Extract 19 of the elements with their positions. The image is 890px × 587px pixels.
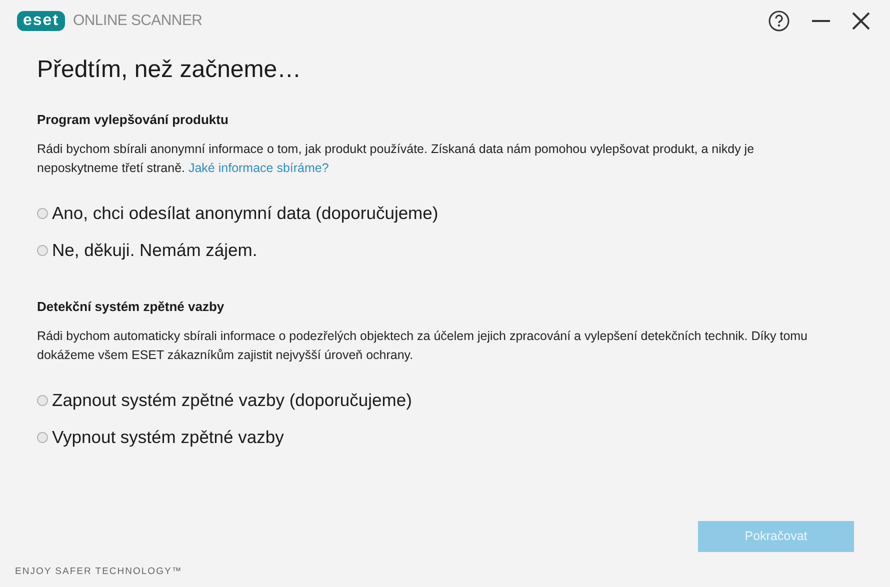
close-icon[interactable]	[852, 12, 870, 30]
radio-button[interactable]	[37, 208, 48, 218]
help-icon[interactable]	[768, 10, 790, 32]
section-heading: Detekční systém zpětné vazby	[37, 298, 226, 314]
footer-slogan: ENJOY SAFER TECHNOLOGY™	[15, 565, 182, 579]
logo: eset	[17, 11, 66, 32]
product-name: ONLINE SCANNER	[73, 11, 202, 31]
radio-option[interactable]: Ano, chci odesílat anonymní data (doporučujeme)	[37, 202, 853, 224]
section-description: Rádi bychom automaticky sbírali informace o podezřelých objektech za účelem jejich zpracování a vylepšení detekčních technik. Díky tomu dokážeme všem ESET zákazníkům zajistit nejvyšší úroveň ochrany.	[37, 328, 809, 364]
section-heading: Program vylepšování produktu	[37, 112, 230, 128]
radio-option[interactable]: Vypnout systém zpětné vazby	[37, 426, 853, 448]
page-title: Předtím, než začneme…	[37, 54, 302, 84]
radio-button[interactable]	[37, 244, 48, 256]
radio-button[interactable]	[37, 432, 48, 442]
radio-option[interactable]: Ne, děkuji. Nemám zájem.	[37, 238, 853, 262]
radio-option[interactable]: Zapnout systém zpětné vazby (doporučujeme)	[37, 388, 853, 412]
minimize-icon[interactable]	[812, 20, 830, 22]
radio-button[interactable]	[37, 394, 48, 406]
section-description: Rádi bychom sbírali anonymní informace o tom, jak produkt používáte. Získaná data nám pomohou vylepšovat produkt, a nikdy je neposkytneme třetí straně. Jaké informace sbíráme?	[37, 140, 756, 177]
